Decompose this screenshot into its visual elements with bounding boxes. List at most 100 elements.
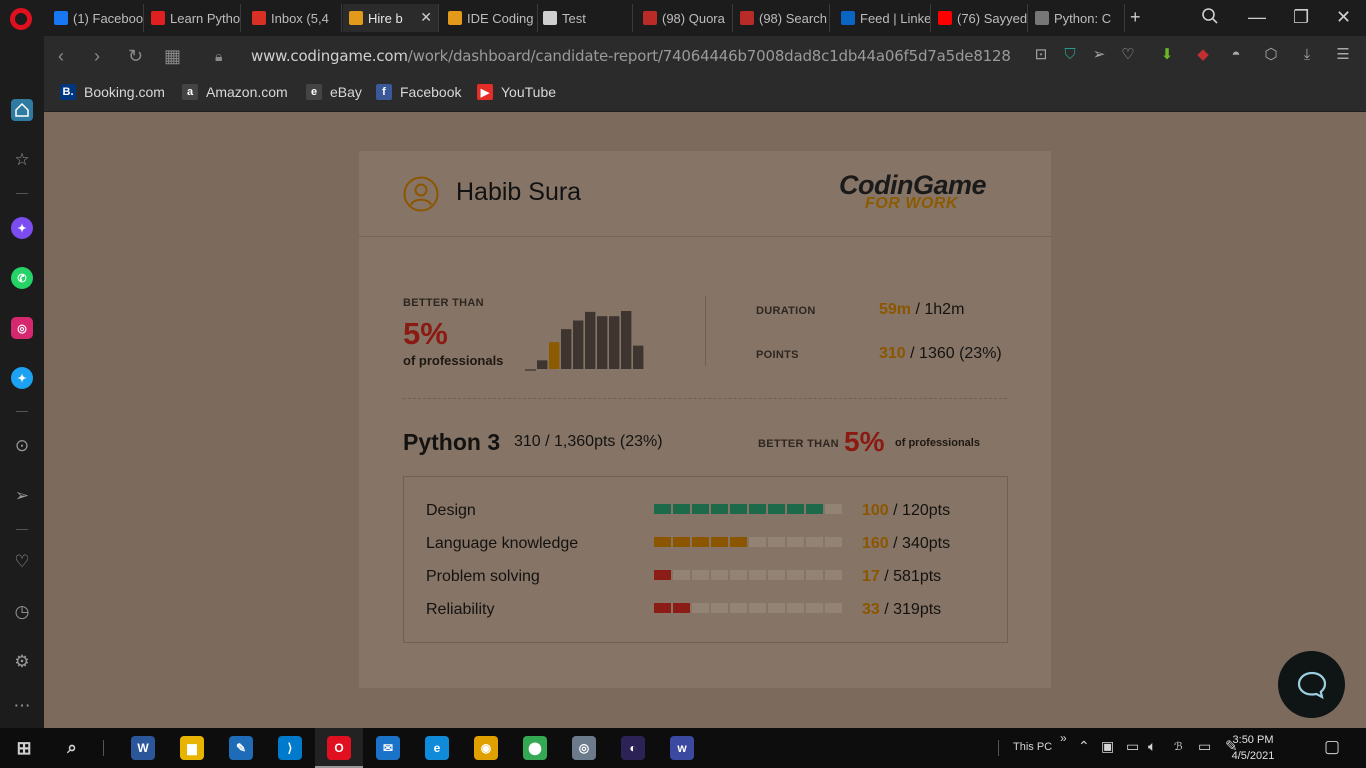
this-pc-toolbar[interactable]: This PC bbox=[1013, 741, 1052, 753]
favorite-heart-icon[interactable]: ♡ bbox=[1119, 46, 1137, 64]
browser-tab[interactable]: Inbox (5,4 bbox=[246, 4, 342, 32]
skill-segment-empty bbox=[749, 537, 766, 547]
skill-row: Reliability 33 / 319pts bbox=[426, 598, 986, 622]
tab-label: (76) Sayyed bbox=[957, 10, 1028, 26]
back-icon[interactable]: ‹ bbox=[58, 46, 64, 66]
download-extension-icon[interactable]: ⬇ bbox=[1158, 46, 1176, 64]
candidate-name: Habib Sura bbox=[456, 178, 582, 206]
tab-grid-icon[interactable]: ▦ bbox=[164, 46, 181, 66]
extensions-box-icon[interactable]: ⬡ bbox=[1262, 46, 1280, 64]
taskbar-file-explorer-icon[interactable]: ▆ bbox=[180, 736, 204, 760]
browser-tab[interactable]: Learn Python bbox=[145, 4, 241, 32]
player-icon[interactable]: ⊙ bbox=[11, 435, 33, 457]
messenger-icon[interactable]: ✦ bbox=[11, 217, 33, 239]
skill-segment-empty bbox=[749, 603, 766, 613]
skill-name: Problem solving bbox=[426, 568, 540, 585]
twitter-icon[interactable]: ✦ bbox=[11, 367, 33, 389]
tray-chevron-up-icon[interactable]: ⌃ bbox=[1078, 738, 1090, 755]
tray-app-icon[interactable]: ▣ bbox=[1101, 738, 1114, 755]
skill-segment-filled bbox=[806, 504, 823, 514]
browser-tab[interactable]: Test bbox=[537, 4, 633, 32]
skill-progress-bar bbox=[654, 603, 842, 613]
tab-favicon-icon bbox=[349, 11, 363, 25]
browser-tab[interactable]: Hire b ✕ bbox=[343, 4, 439, 32]
easy-setup-icon[interactable]: ◓ bbox=[1227, 46, 1245, 64]
url-field[interactable]: www.codingame.com/work/dashboard/candida… bbox=[251, 47, 1011, 65]
browser-tab[interactable]: (98) Quora bbox=[637, 4, 733, 32]
histogram-bar bbox=[537, 360, 548, 369]
tab-close-icon[interactable]: ✕ bbox=[420, 9, 432, 26]
bookmark-item[interactable]: e eBay bbox=[306, 84, 362, 100]
language-score: 310 / 1,360pts (23%) bbox=[514, 433, 663, 450]
taskbar-app-w-icon[interactable]: w bbox=[670, 736, 694, 760]
speed-dial-icon[interactable] bbox=[11, 99, 33, 121]
send-icon[interactable]: ➢ bbox=[11, 485, 33, 507]
taskbar-chrome-icon[interactable]: ◉ bbox=[474, 736, 498, 760]
taskbar-maps-icon[interactable]: ⬤ bbox=[523, 736, 547, 760]
tab-favicon-icon bbox=[54, 11, 68, 25]
new-tab-button[interactable]: + bbox=[1130, 7, 1141, 27]
system-clock[interactable]: 3:50 PM 4/5/2021 bbox=[1222, 732, 1284, 764]
taskbar-edge-icon[interactable]: e bbox=[425, 736, 449, 760]
bookmark-item[interactable]: a Amazon.com bbox=[182, 84, 288, 100]
search-tabs-icon[interactable] bbox=[1201, 7, 1219, 29]
notifications-icon[interactable]: ▢ bbox=[1324, 737, 1340, 757]
taskbar-app-circle-icon[interactable]: ◎ bbox=[572, 736, 596, 760]
duration-value: 59m / 1h2m bbox=[879, 301, 965, 318]
bookmark-favicon-icon: ▶ bbox=[477, 84, 493, 100]
minimize-icon[interactable]: — bbox=[1248, 7, 1266, 27]
opera-menu-icon[interactable] bbox=[10, 8, 32, 30]
reload-icon[interactable]: ↻ bbox=[128, 46, 143, 66]
heart-icon[interactable]: ♡ bbox=[11, 551, 33, 573]
skill-segment-filled bbox=[654, 570, 671, 580]
skill-progress-bar bbox=[654, 504, 842, 514]
user-avatar-icon bbox=[403, 176, 439, 212]
skill-points: 100 / 120pts bbox=[862, 502, 951, 519]
chat-support-button[interactable] bbox=[1278, 651, 1345, 718]
toolbar-expand-icon[interactable]: » bbox=[1060, 731, 1067, 745]
volume-icon[interactable]: 🔈︎ bbox=[1148, 738, 1156, 755]
network-icon[interactable]: ▭ bbox=[1198, 738, 1211, 755]
skill-segment-empty bbox=[806, 537, 823, 547]
forward-icon[interactable]: › bbox=[94, 46, 100, 66]
taskbar-opera-icon[interactable]: O bbox=[327, 736, 351, 760]
close-window-icon[interactable]: ✕ bbox=[1336, 7, 1351, 27]
camera-icon[interactable]: ⊡ bbox=[1032, 46, 1050, 64]
battery-icon[interactable]: ▭ bbox=[1126, 738, 1139, 755]
bookmarks-star-icon[interactable]: ☆ bbox=[11, 149, 33, 171]
easy-setup-menu-icon[interactable]: ☰ bbox=[1334, 46, 1352, 64]
browser-tab[interactable]: (1) Facebook bbox=[48, 4, 144, 32]
points-label: POINTS bbox=[756, 349, 799, 361]
browser-tab[interactable]: Python: C bbox=[1029, 4, 1125, 32]
skill-segment-filled bbox=[730, 504, 747, 514]
more-icon[interactable]: ⋯ bbox=[11, 695, 33, 717]
send-tab-icon[interactable]: ➢ bbox=[1090, 46, 1108, 64]
bookmark-item[interactable]: B. Booking.com bbox=[60, 84, 165, 100]
windows-taskbar: ⊞ ⌕ W ▆ ✎ ⟩ O ✉ e ◉ ⬤ ◎ ◐ w This PC » ⌃ ▣ ▭ 🔈︎ ℬ ▭ … bbox=[0, 728, 1366, 768]
taskbar-eclipse-icon[interactable]: ◐ bbox=[621, 736, 645, 760]
browser-tab[interactable]: Feed | LinkedIn bbox=[835, 4, 931, 32]
taskbar-search-icon[interactable]: ⌕ bbox=[60, 736, 84, 760]
taskbar-word-icon[interactable]: W bbox=[131, 736, 155, 760]
bookmark-item[interactable]: f Facebook bbox=[376, 84, 461, 100]
vpn-shield-icon[interactable]: ⛉ bbox=[1061, 46, 1079, 64]
history-icon[interactable]: ◷ bbox=[11, 601, 33, 623]
bookmark-item[interactable]: ▶ YouTube bbox=[477, 84, 556, 100]
taskbar-mail-icon[interactable]: ✉ bbox=[376, 736, 400, 760]
browser-tab[interactable]: (98) Search bbox=[734, 4, 830, 32]
bookmark-favicon-icon: f bbox=[376, 84, 392, 100]
settings-gear-icon[interactable]: ⚙ bbox=[11, 651, 33, 673]
whatsapp-icon[interactable]: ✆ bbox=[11, 267, 33, 289]
taskbar-vscode-icon[interactable]: ⟩ bbox=[278, 736, 302, 760]
instagram-icon[interactable]: ◎ bbox=[11, 317, 33, 339]
skill-segment-filled bbox=[673, 603, 690, 613]
downloads-icon[interactable]: ⤓ bbox=[1298, 46, 1316, 64]
taskbar-app-generic-icon[interactable]: ✎ bbox=[229, 736, 253, 760]
windows-start-icon[interactable]: ⊞ bbox=[12, 736, 36, 760]
restore-icon[interactable]: ❐ bbox=[1293, 7, 1309, 27]
extension-icon[interactable]: ◆ bbox=[1194, 46, 1212, 64]
lock-icon[interactable]: 🔒︎ bbox=[215, 46, 222, 66]
browser-tab[interactable]: (76) Sayyed bbox=[932, 4, 1028, 32]
language-icon[interactable]: ℬ bbox=[1174, 740, 1183, 753]
browser-tab[interactable]: IDE Coding bbox=[442, 4, 538, 32]
